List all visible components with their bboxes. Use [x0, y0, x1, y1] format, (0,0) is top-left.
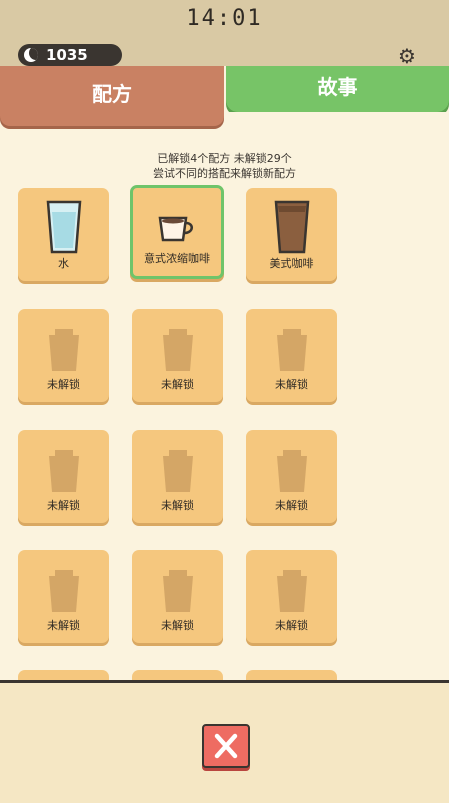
recipe-name: 未解锁 — [47, 619, 80, 632]
currency-counter[interactable]: 1035 — [18, 44, 122, 66]
recipe-name: 美式咖啡 — [269, 257, 314, 270]
recipe-card-partial[interactable] — [246, 670, 337, 680]
moon-icon — [24, 48, 38, 62]
tab-recipes-label: 配方 — [92, 82, 132, 106]
recipe-card-locked[interactable]: 未解锁 — [132, 430, 223, 523]
recipe-name: 未解锁 — [275, 499, 308, 512]
recipe-card-locked[interactable]: 未解锁 — [18, 430, 109, 523]
close-button[interactable] — [202, 724, 250, 768]
recipe-name: 未解锁 — [47, 378, 80, 391]
close-icon — [214, 733, 238, 759]
recipe-name: 未解锁 — [161, 499, 194, 512]
locked-cup-icon — [48, 329, 79, 371]
water-glass-icon — [46, 200, 81, 254]
recipe-card-water[interactable]: 水 — [18, 188, 109, 281]
recipe-card-locked[interactable]: 未解锁 — [18, 550, 109, 643]
bottom-bar — [0, 680, 449, 803]
recipe-name: 未解锁 — [275, 619, 308, 632]
recipe-name: 未解锁 — [275, 378, 308, 391]
recipe-name: 意式浓缩咖啡 — [144, 252, 210, 265]
recipe-name: 未解锁 — [161, 378, 194, 391]
recipe-card-partial[interactable] — [132, 670, 223, 680]
recipe-card-locked[interactable]: 未解锁 — [246, 430, 337, 523]
recipe-card-locked[interactable]: 未解锁 — [246, 550, 337, 643]
locked-cup-icon — [48, 450, 79, 492]
locked-cup-icon — [162, 570, 193, 612]
locked-cup-icon — [48, 570, 79, 612]
espresso-cup-icon — [158, 216, 193, 242]
recipe-grid: 水 意式浓缩咖啡 美式咖啡 未解锁 未解锁 未解锁 未解锁 未解锁 未解锁 未解… — [18, 185, 348, 680]
currency-value: 1035 — [46, 46, 88, 64]
gear-icon[interactable]: ⚙ — [398, 46, 420, 66]
locked-cup-icon — [162, 329, 193, 371]
hint-text: 尝试不同的搭配来解锁新配方 — [153, 167, 296, 180]
americano-glass-icon — [274, 200, 309, 254]
recipe-card-locked[interactable]: 未解锁 — [132, 550, 223, 643]
recipes-panel: 已解锁4个配方 未解锁29个 尝试不同的搭配来解锁新配方 水 意式浓缩咖啡 美式… — [0, 112, 449, 680]
tab-recipes[interactable]: 配方 — [0, 66, 224, 126]
tab-story-label: 故事 — [317, 75, 358, 99]
recipe-name: 未解锁 — [161, 619, 194, 632]
recipe-name: 水 — [58, 257, 69, 270]
unlock-count-text: 已解锁4个配方 未解锁29个 — [157, 152, 292, 165]
locked-cup-icon — [276, 570, 307, 612]
status-clock: 14:01 — [186, 6, 263, 31]
locked-cup-icon — [276, 329, 307, 371]
locked-cup-icon — [276, 450, 307, 492]
tab-story[interactable]: 故事 — [226, 66, 449, 112]
recipe-card-locked[interactable]: 未解锁 — [18, 309, 109, 402]
recipe-card-partial[interactable] — [18, 670, 109, 680]
recipe-card-espresso[interactable]: 意式浓缩咖啡 — [130, 185, 224, 279]
recipe-card-locked[interactable]: 未解锁 — [246, 309, 337, 402]
recipe-card-locked[interactable]: 未解锁 — [132, 309, 223, 402]
locked-cup-icon — [162, 450, 193, 492]
recipe-name: 未解锁 — [47, 499, 80, 512]
top-bar: 14:01 1035 ⚙ — [0, 0, 449, 66]
recipe-card-americano[interactable]: 美式咖啡 — [246, 188, 337, 281]
